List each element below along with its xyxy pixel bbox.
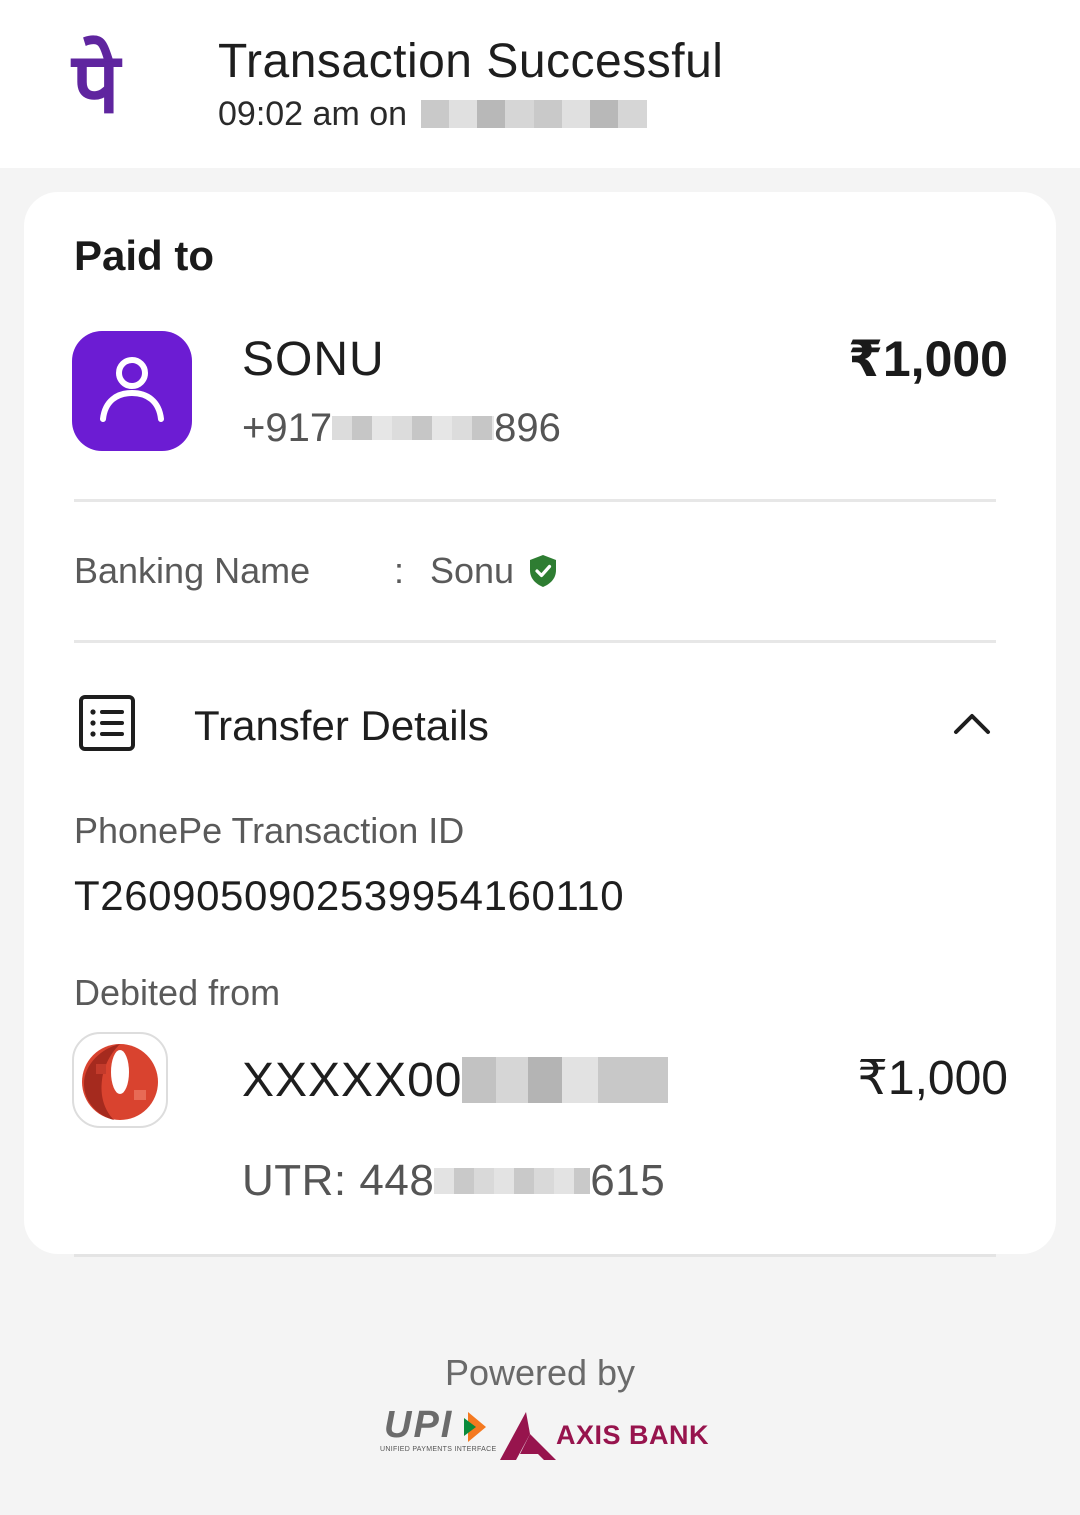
payee-phone-suffix: 896 [494,405,561,450]
axis-bank-icon [500,1412,556,1460]
partner-logos: UPI UNIFIED PAYMENTS INTERFACE AXIS BANK [380,1404,709,1464]
utr-number: UTR: 448 615 [242,1154,665,1208]
header: पे Transaction Successful 09:02 am on [0,0,1080,168]
receipt-list-icon [79,695,135,751]
payee-name: SONU [242,333,385,386]
divider [74,640,996,643]
debit-account: XXXXX00 [242,1052,669,1108]
redacted-phone-digits [332,416,495,440]
page-title: Transaction Successful [218,35,724,88]
debit-amount: ₹1,000 [857,1052,1008,1105]
redacted-date [421,100,648,128]
banking-name-text: Sonu [430,550,515,591]
payee-phone-prefix: +917 [242,405,333,450]
redacted-utr-digits [434,1168,591,1194]
upi-logo-subtext: UNIFIED PAYMENTS INTERFACE [380,1446,497,1453]
axis-bank-logo: AXIS BANK [500,1410,709,1462]
banking-name-value: Sonu [430,548,558,594]
utr-prefix: UTR: 448 [242,1156,435,1205]
person-avatar-icon[interactable] [72,331,192,451]
redacted-account-digits [462,1057,669,1103]
chevron-up-icon[interactable] [952,710,992,736]
axis-bank-text: AXIS BANK [556,1420,710,1450]
bank-logo-icon [72,1032,168,1128]
payment-amount: ₹1,000 [848,331,1008,387]
transaction-card: Paid to SONU +917 896 ₹1,000 Banking Nam… [24,192,1056,1254]
account-number-prefix: XXXXX00 [242,1053,463,1107]
transaction-id-label: PhonePe Transaction ID [74,810,465,851]
debited-from-label: Debited from [74,972,281,1013]
upi-logo: UPI UNIFIED PAYMENTS INTERFACE [380,1404,496,1460]
banking-name-separator: : [394,550,405,591]
upi-logo-text: UPI [384,1404,454,1446]
transaction-time-text: 09:02 am on [218,94,408,133]
transaction-id-value[interactable]: T2609050902539954160110 [74,872,624,920]
transfer-details-toggle[interactable]: Transfer Details [194,702,489,750]
banking-name-label: Banking Name [74,550,311,591]
divider [74,1254,996,1257]
utr-suffix: 615 [590,1156,666,1205]
paid-to-heading: Paid to [74,232,215,279]
transaction-time: 09:02 am on [218,94,648,134]
upi-arrow-icon [464,1412,486,1442]
divider [74,499,996,502]
powered-by-label: Powered by [444,1352,636,1393]
payee-phone: +917 896 [242,404,561,452]
phonepe-logo-icon: पे [72,34,120,132]
verified-shield-icon [530,555,557,587]
